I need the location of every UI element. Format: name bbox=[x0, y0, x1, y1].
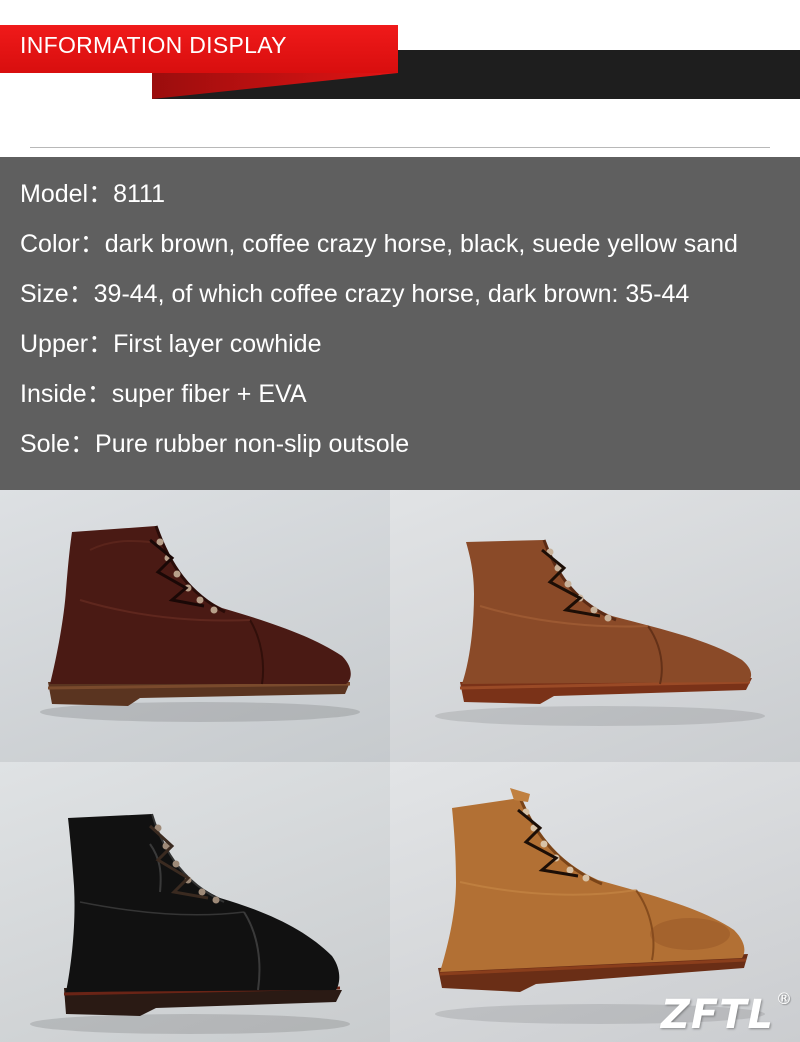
spec-label: Color： bbox=[20, 230, 105, 258]
photo-coffee-crazy-horse-boot bbox=[390, 490, 800, 762]
photo-grid: ® ZFTL bbox=[0, 490, 800, 1042]
spec-row-color: Color：dark brown, coffee crazy horse, bl… bbox=[20, 229, 738, 259]
section-title: INFORMATION DISPLAY bbox=[20, 32, 287, 58]
spec-value: super fiber + EVA bbox=[111, 380, 307, 408]
brand-logo: ZFTL bbox=[660, 992, 774, 1038]
boot-image bbox=[40, 525, 360, 722]
photo-black-boot bbox=[0, 762, 390, 1042]
spec-value: dark brown, coffee crazy horse, black, s… bbox=[104, 230, 738, 258]
spec-label: Inside： bbox=[20, 380, 112, 408]
registered-mark: ® bbox=[776, 989, 792, 1008]
boot-image bbox=[435, 539, 765, 726]
spec-value: Pure rubber non-slip outsole bbox=[95, 430, 410, 458]
photo-dark-brown-boot bbox=[0, 490, 390, 762]
spec-label: Model： bbox=[20, 180, 114, 208]
boot-image bbox=[30, 813, 350, 1034]
spec-label: Size： bbox=[20, 280, 94, 308]
section-header: INFORMATION DISPLAY bbox=[0, 0, 800, 157]
spec-label: Upper： bbox=[20, 330, 114, 358]
header-divider bbox=[30, 147, 770, 148]
spec-row-size: Size：39-44, of which coffee crazy horse,… bbox=[20, 279, 689, 309]
photo-suede-yellow-sand-boot: ® ZFTL bbox=[390, 762, 800, 1042]
spec-value: First layer cowhide bbox=[113, 330, 322, 358]
spec-value: 8111 bbox=[113, 180, 165, 208]
spec-panel: Model：8111 Color：dark brown, coffee craz… bbox=[0, 157, 800, 490]
spec-label: Sole： bbox=[20, 430, 96, 458]
product-info-page: INFORMATION DISPLAY Model：8111 Color：dar… bbox=[0, 0, 800, 1042]
spec-row-model: Model：8111 bbox=[20, 179, 165, 209]
spec-row-inside: Inside：super fiber + EVA bbox=[20, 379, 307, 409]
spec-row-upper: Upper：First layer cowhide bbox=[20, 329, 322, 359]
spec-value: 39-44, of which coffee crazy horse, dark… bbox=[93, 280, 690, 308]
spec-row-sole: Sole：Pure rubber non-slip outsole bbox=[20, 429, 409, 459]
